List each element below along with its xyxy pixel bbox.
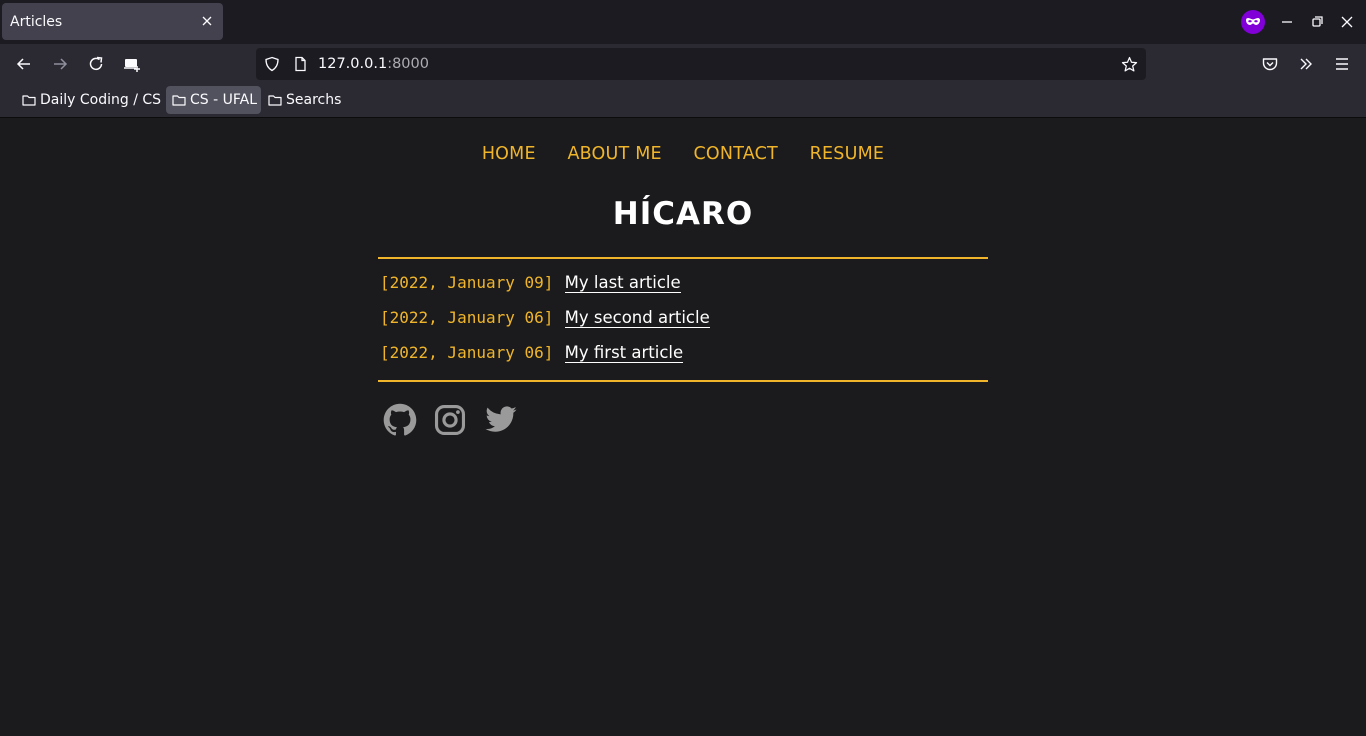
article-date: [2022, January 06] xyxy=(380,343,554,362)
nav-about-me[interactable]: ABOUT ME xyxy=(567,144,661,164)
extension-icon[interactable] xyxy=(122,54,142,74)
folder-icon xyxy=(172,95,186,106)
private-browsing-icon xyxy=(1241,10,1265,34)
page-icon[interactable] xyxy=(292,56,308,72)
url-port: :8000 xyxy=(387,56,429,72)
folder-icon xyxy=(268,95,282,106)
twitter-icon[interactable] xyxy=(484,403,518,437)
menu-icon[interactable] xyxy=(1332,54,1352,74)
navigation-toolbar: 127.0.0.1:8000 xyxy=(0,44,1366,84)
bookmark-folder-cs-ufal[interactable]: CS - UFAL xyxy=(166,86,262,114)
article-item: [2022, January 06] My second article xyxy=(380,308,986,343)
restore-icon[interactable] xyxy=(1307,12,1327,32)
instagram-icon[interactable] xyxy=(433,403,467,437)
page-content: HOME ABOUT ME CONTACT RESUME HÍCARO [202… xyxy=(0,118,1366,736)
address-bar[interactable]: 127.0.0.1:8000 xyxy=(256,48,1146,80)
bookmark-label: CS - UFAL xyxy=(190,92,258,108)
site-nav: HOME ABOUT ME CONTACT RESUME xyxy=(0,144,1366,164)
site-title: HÍCARO xyxy=(612,196,754,232)
nav-home[interactable]: HOME xyxy=(482,144,536,164)
article-link[interactable]: My last article xyxy=(564,273,681,293)
divider-top xyxy=(378,257,988,259)
star-icon[interactable] xyxy=(1121,56,1138,73)
url-host: 127.0.0.1 xyxy=(318,56,388,72)
article-link[interactable]: My second article xyxy=(564,308,710,328)
back-icon[interactable] xyxy=(14,54,34,74)
article-item: [2022, January 09] My last article xyxy=(380,273,986,308)
forward-icon[interactable] xyxy=(50,54,70,74)
close-window-icon[interactable] xyxy=(1337,12,1357,32)
article-item: [2022, January 06] My first article xyxy=(380,343,986,378)
bookmarks-toolbar: Daily Coding / CS CS - UFAL Searchs xyxy=(0,84,1366,118)
divider-bottom xyxy=(378,380,988,382)
article-date: [2022, January 09] xyxy=(380,273,554,292)
nav-contact[interactable]: CONTACT xyxy=(694,144,778,164)
minimize-icon[interactable] xyxy=(1277,12,1297,32)
article-list: [2022, January 09] My last article [2022… xyxy=(380,273,986,378)
tab-title: Articles xyxy=(10,14,63,30)
reload-icon[interactable] xyxy=(86,54,106,74)
folder-icon xyxy=(22,95,36,106)
shield-icon[interactable] xyxy=(264,56,280,72)
article-date: [2022, January 06] xyxy=(380,308,554,327)
bookmark-label: Searchs xyxy=(286,92,342,108)
tab-bar: Articles xyxy=(0,0,1366,44)
bookmark-label: Daily Coding / CS xyxy=(40,92,162,108)
url-text[interactable]: 127.0.0.1:8000 xyxy=(318,56,429,72)
bookmark-folder-daily-coding[interactable]: Daily Coding / CS xyxy=(16,86,165,114)
nav-resume[interactable]: RESUME xyxy=(810,144,885,164)
github-icon[interactable] xyxy=(383,403,417,437)
article-link[interactable]: My first article xyxy=(564,343,684,363)
chevron-double-right-icon[interactable] xyxy=(1296,54,1316,74)
pocket-icon[interactable] xyxy=(1260,54,1280,74)
close-tab-icon[interactable] xyxy=(199,13,215,29)
tab-articles[interactable]: Articles xyxy=(2,3,223,40)
bookmark-folder-searchs[interactable]: Searchs xyxy=(262,86,345,114)
